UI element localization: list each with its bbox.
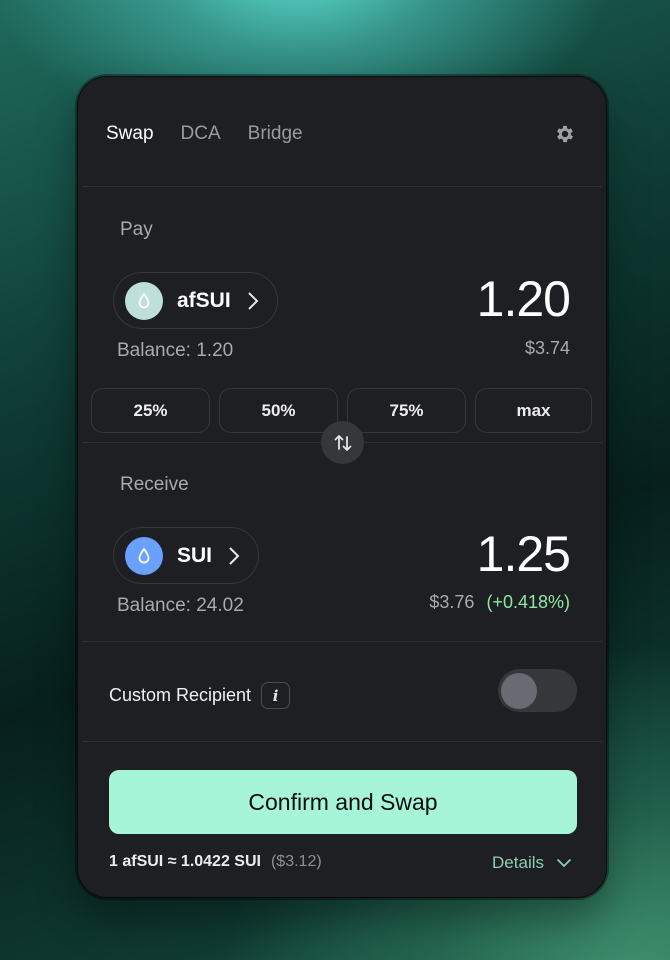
- tab-dca[interactable]: DCA: [181, 123, 221, 145]
- custom-recipient: Custom Recipient i: [109, 682, 291, 709]
- swap-direction-button[interactable]: [321, 421, 364, 464]
- receive-balance-value: 24.02: [196, 595, 244, 616]
- toggle-knob: [501, 673, 537, 709]
- tab-swap[interactable]: Swap: [106, 123, 154, 145]
- custom-recipient-label: Custom Recipient: [109, 685, 252, 705]
- exchange-rate-text: 1 afSUI ≈ 1.0422 SUI: [109, 853, 261, 870]
- chevron-down-icon: [556, 858, 572, 868]
- percent-50-button[interactable]: 50%: [219, 388, 338, 433]
- pay-usd-value: $3.74: [524, 338, 570, 358]
- pay-amount-input[interactable]: 1.20: [477, 270, 571, 328]
- gear-icon[interactable]: [554, 123, 576, 145]
- percent-75-button[interactable]: 75%: [347, 388, 466, 433]
- swap-arrows-icon: [334, 434, 351, 451]
- receive-amount: 1.25: [476, 526, 571, 582]
- receive-token-name: SUI: [177, 543, 213, 567]
- receive-balance-label: Balance:: [117, 595, 191, 616]
- pay-balance: Balance: 1.20: [117, 340, 233, 362]
- details-toggle[interactable]: Details: [492, 853, 572, 873]
- chevron-right-icon: [229, 546, 240, 565]
- receive-usd-row: $3.76 (+0.418%): [429, 592, 570, 613]
- pay-token-name: afSUI: [177, 288, 231, 312]
- tab-bridge[interactable]: Bridge: [248, 123, 303, 145]
- pay-label: Pay: [120, 219, 153, 240]
- details-label: Details: [492, 853, 544, 872]
- receive-usd-value: $3.76: [429, 592, 475, 612]
- pay-balance-value: 1.20: [196, 340, 234, 361]
- pay-token-selector[interactable]: afSUI: [113, 272, 278, 329]
- section-divider: [82, 641, 602, 642]
- droplet-icon: [125, 536, 163, 575]
- chevron-right-icon: [247, 291, 259, 310]
- receive-label: Receive: [120, 474, 189, 495]
- custom-recipient-toggle[interactable]: [498, 669, 577, 712]
- receive-balance: Balance: 24.02: [117, 595, 244, 617]
- swap-card: Swap DCA Bridge Pay afSUI Balance: 1.20 …: [77, 76, 607, 898]
- percent-25-button[interactable]: 25%: [91, 388, 210, 433]
- tab-bar: Swap DCA Bridge: [106, 123, 303, 145]
- header-divider: [82, 186, 602, 187]
- info-icon[interactable]: i: [261, 682, 291, 709]
- price-impact: (+0.418%): [486, 592, 570, 612]
- exchange-rate-usd: ($3.12): [270, 853, 322, 870]
- section-divider: [82, 741, 602, 742]
- max-button[interactable]: max: [475, 388, 592, 433]
- pay-balance-label: Balance:: [117, 340, 191, 361]
- receive-token-selector[interactable]: SUI: [113, 527, 260, 584]
- confirm-swap-button[interactable]: Confirm and Swap: [109, 770, 577, 834]
- droplet-icon: [125, 281, 163, 320]
- exchange-rate: 1 afSUI ≈ 1.0422 SUI ($3.12): [109, 853, 322, 871]
